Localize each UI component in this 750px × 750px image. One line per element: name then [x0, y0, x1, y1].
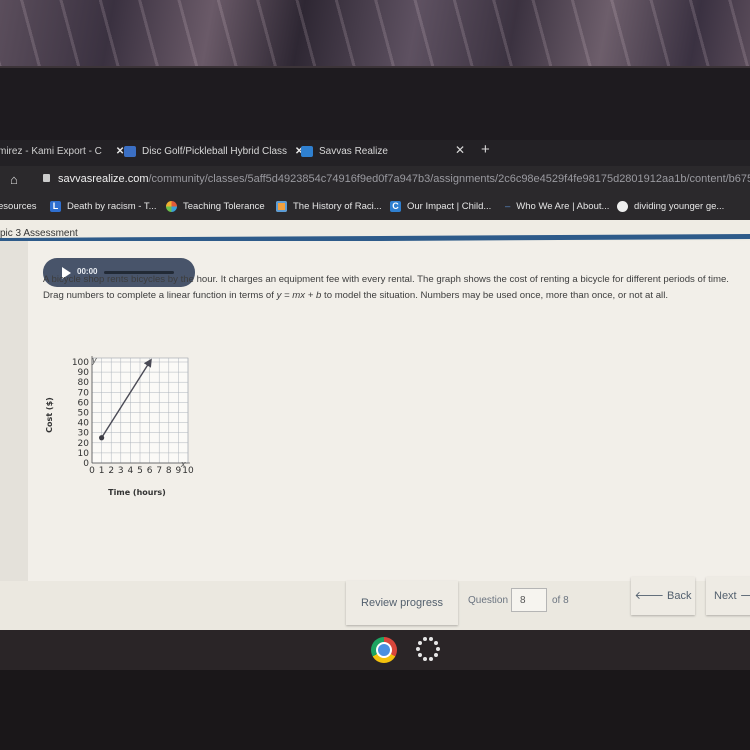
- y-tick-label: 70: [78, 388, 90, 398]
- bookmark-label: Death by racism - T...: [67, 201, 157, 212]
- y-axis-label: Cost ($): [45, 397, 54, 433]
- x-axis-label: Time (hours): [108, 488, 166, 497]
- bookmark-resources[interactable]: esources: [0, 201, 37, 212]
- cost-graph: 0 102030405060708090100 0 1 2 3 4 5 6 7 8 9 10 Cost…: [45, 355, 194, 497]
- x-tick-label: 7: [156, 466, 162, 476]
- prompt-text: to model the situation. Numbers may be u…: [321, 289, 668, 301]
- address-bar[interactable]: ⌂ savvasrealize.com/community/classes/5a…: [0, 166, 750, 194]
- savvas-icon: [301, 146, 313, 157]
- y-tick-label: 30: [78, 429, 90, 439]
- bookmark-teaching-tolerance[interactable]: Teaching Tolerance: [166, 201, 265, 212]
- x-tick-label: 3: [118, 466, 124, 476]
- y-tick-label: 40: [78, 419, 90, 429]
- spinner-dot: [436, 647, 440, 651]
- start-point: [99, 435, 105, 441]
- tab-label: Savvas Realize: [319, 146, 388, 157]
- tab-disc-golf[interactable]: Disc Golf/Pickleball Hybrid Class ✕: [124, 146, 303, 157]
- classroom-icon: [124, 146, 136, 157]
- tab-label: Disc Golf/Pickleball Hybrid Class: [142, 146, 288, 157]
- arrow-left-icon: 🡐: [634, 590, 664, 602]
- tab-kami-export[interactable]: mirez - Kami Export - C ✕: [0, 146, 124, 157]
- review-progress-button[interactable]: Review progress: [346, 581, 458, 625]
- question-content: 00:00 A bicycle shop rents bicycles by t…: [0, 241, 750, 670]
- url-text[interactable]: savvasrealize.com/community/classes/5aff…: [58, 173, 750, 185]
- chrome-icon[interactable]: [371, 637, 397, 663]
- y-tick-label: 90: [78, 368, 90, 378]
- spinner-dot: [434, 641, 439, 646]
- bookmark-dividing-younger[interactable]: dividing younger ge...: [617, 201, 724, 212]
- url-host: savvasrealize.com: [58, 173, 149, 185]
- grid: [91, 356, 190, 464]
- arrow-right-icon: 🡒: [740, 590, 750, 602]
- dash-icon: –: [505, 201, 511, 212]
- globe-icon: [617, 201, 628, 212]
- lock-icon: [43, 174, 50, 182]
- x-axis-var: x: [180, 459, 186, 469]
- letter-l-icon: L: [50, 201, 61, 212]
- spinner-dot: [429, 656, 434, 661]
- tab-label: mirez - Kami Export - C: [0, 146, 102, 157]
- y-tick-label: 20: [78, 439, 90, 449]
- tab-savvas-realize[interactable]: Savvas Realize: [301, 146, 388, 157]
- question-prompt: A bicycle shop rents bicycles by the hou…: [43, 272, 748, 303]
- back-label: Back: [667, 590, 692, 602]
- question-total: of 8: [552, 595, 569, 606]
- x-tick-label: 0: [89, 466, 95, 476]
- teaching-tolerance-icon: [166, 201, 177, 212]
- y-tick-label: 100: [72, 358, 89, 368]
- bookmark-who-we-are[interactable]: – Who We Are | About...: [505, 201, 609, 212]
- laptop-bezel: [0, 66, 750, 172]
- x-tick-label: 2: [108, 466, 114, 476]
- x-tick-label: 4: [128, 466, 134, 476]
- screen: mirez - Kami Export - C ✕ Disc Golf/Pick…: [0, 140, 750, 670]
- spinner-dot: [422, 656, 427, 661]
- bookmark-label: dividing younger ge...: [634, 201, 725, 212]
- letter-c-icon: C: [390, 201, 401, 212]
- spinner-dot: [417, 641, 422, 646]
- question-number-input[interactable]: 8: [511, 588, 547, 612]
- bookmark-our-impact[interactable]: C Our Impact | Child...: [390, 201, 491, 212]
- bookmark-history-of-racism[interactable]: The History of Raci...: [276, 201, 382, 212]
- x-tick-label: 1: [99, 466, 105, 476]
- y-tick-label: 50: [78, 409, 90, 419]
- laptop-body: [0, 670, 750, 750]
- y-tick-labels: 0102030405060708090100: [72, 358, 89, 469]
- spinner-dot: [422, 637, 427, 642]
- history-icon: [276, 201, 287, 212]
- next-label: Next: [714, 590, 737, 602]
- background-wall: [0, 0, 750, 72]
- url-path: /community/classes/5aff5d4923854c74916f9…: [148, 173, 750, 185]
- y-axis-var: y: [91, 355, 97, 365]
- tab-bar: mirez - Kami Export - C ✕ Disc Golf/Pick…: [0, 140, 750, 166]
- x-tick-label: 5: [137, 466, 143, 476]
- assessment-footer: Review progress Question 8 of 8 🡐 Back N…: [0, 577, 750, 630]
- left-pane: [0, 241, 28, 581]
- y-tick-label: 60: [78, 398, 90, 408]
- x-tick-labels: 0 1 2 3 4 5 6 7 8 9 10: [89, 466, 194, 476]
- y-tick-label: 10: [78, 449, 90, 459]
- spinner-dot: [434, 652, 439, 657]
- spinner-dot: [416, 647, 420, 651]
- spinner-dot: [429, 637, 434, 642]
- bookmark-death-by-racism[interactable]: L Death by racism - T...: [50, 201, 157, 212]
- close-tab-icon[interactable]: ✕: [455, 143, 465, 157]
- bookmark-label: The History of Raci...: [293, 201, 382, 212]
- bookmark-label: Our Impact | Child...: [407, 201, 492, 212]
- bookmark-label: Who We Are | About...: [516, 201, 610, 212]
- next-button[interactable]: Next 🡒: [706, 577, 750, 615]
- bookmarks-bar: esources L Death by racism - T... Teachin…: [0, 194, 750, 220]
- x-tick-label: 8: [166, 466, 172, 476]
- back-button[interactable]: 🡐 Back: [631, 577, 695, 615]
- bookmark-label: esources: [0, 201, 37, 212]
- x-tick-label: 6: [147, 466, 153, 476]
- y-tick-label: 80: [78, 378, 90, 388]
- question-label: Question: [468, 595, 509, 606]
- prompt-equation: y = mx + b: [276, 289, 322, 301]
- new-tab-button[interactable]: +: [481, 141, 490, 158]
- bookmark-label: Teaching Tolerance: [183, 201, 265, 212]
- spinner-dot: [417, 652, 422, 657]
- home-icon[interactable]: ⌂: [10, 172, 18, 187]
- loading-spinner-icon: [415, 636, 441, 662]
